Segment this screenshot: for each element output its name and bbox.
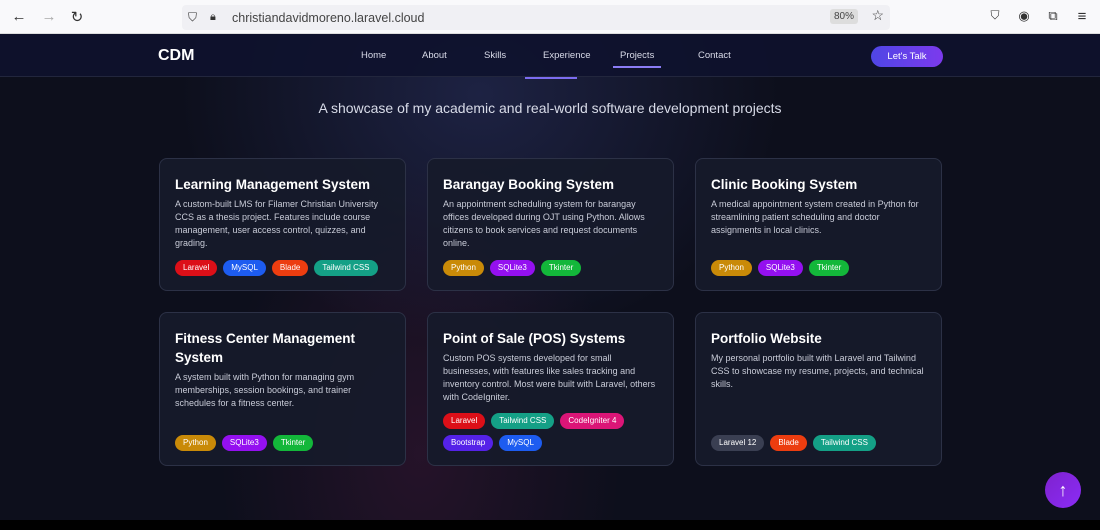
section-title-underline — [525, 77, 577, 79]
tech-tag: SQLite3 — [489, 260, 535, 276]
tech-tag: Tkinter — [808, 260, 850, 276]
tech-tag: CodeIgniter 4 — [560, 413, 625, 429]
arrow-up-icon: ↑ — [1058, 479, 1068, 500]
project-title: Portfolio Website — [711, 331, 822, 346]
shield-icon: ⛉ — [188, 10, 198, 24]
project-description: A system built with Python for managing … — [175, 372, 355, 408]
tech-tag: Python — [175, 435, 216, 451]
tech-tag: Tkinter — [540, 260, 582, 276]
tag-list: Python SQLite3 Tkinter — [175, 435, 390, 451]
forward-icon[interactable]: → — [40, 8, 58, 25]
project-description: My personal portfolio built with Laravel… — [711, 353, 924, 389]
tech-tag: Bootstrap — [443, 435, 494, 451]
back-icon[interactable]: ← — [10, 8, 28, 25]
project-card: Fitness Center Management System A system… — [159, 312, 406, 466]
nav-skills[interactable]: Skills — [484, 50, 506, 61]
lock-icon: 🔒︎ — [210, 11, 216, 23]
nav-projects[interactable]: Projects — [613, 50, 662, 68]
project-title: Learning Management System — [175, 177, 371, 192]
tech-tag: SQLite3 — [221, 435, 267, 451]
project-description: Custom POS systems developed for small b… — [443, 353, 656, 402]
project-description: A custom-built LMS for Filamer Christian… — [175, 199, 379, 248]
bookmark-star-icon[interactable]: ☆ — [871, 7, 884, 24]
project-card: Learning Management System A custom-built… — [159, 158, 406, 291]
nav-experience[interactable]: Experience — [543, 50, 591, 61]
pocket-icon[interactable]: ⛉ — [986, 8, 1004, 23]
tech-tag: Tailwind CSS — [812, 435, 876, 451]
url-text: christiandavidmoreno.laravel.cloud — [232, 10, 425, 25]
project-title: Fitness Center Management System — [175, 331, 356, 365]
tag-list: Laravel MySQL Blade Tailwind CSS — [175, 260, 390, 276]
logo[interactable]: CDM — [158, 47, 194, 65]
zoom-level[interactable]: 80% — [829, 9, 858, 24]
project-card: Barangay Booking System An appointment sc… — [427, 158, 674, 291]
section-subtitle: A showcase of my academic and real-world… — [318, 100, 782, 116]
nav-about[interactable]: About — [422, 50, 447, 61]
extensions-icon[interactable]: ⧉ — [1044, 8, 1062, 24]
footer-strip — [0, 520, 1100, 530]
nav-home[interactable]: Home — [361, 50, 386, 61]
project-title: Barangay Booking System — [443, 177, 615, 192]
tech-tag: Python — [443, 260, 484, 276]
tech-tag: Tailwind CSS — [314, 260, 378, 276]
menu-icon[interactable]: ≡ — [1073, 8, 1091, 25]
project-card: Clinic Booking System A medical appointme… — [695, 158, 942, 291]
project-card: Point of Sale (POS) Systems Custom POS sy… — [427, 312, 674, 466]
tech-tag: Laravel — [175, 260, 218, 276]
address-bar[interactable]: ⛉ 🔒︎ christiandavidmoreno.laravel.cloud … — [182, 5, 890, 30]
scroll-to-top-button[interactable]: ↑ — [1045, 472, 1081, 508]
project-card: Portfolio Website My personal portfolio b… — [695, 312, 942, 466]
tech-tag: SQLite3 — [757, 260, 803, 276]
tech-tag: Blade — [770, 435, 807, 451]
browser-toolbar: ← → ↻ ⛉ 🔒︎ christiandavidmoreno.laravel.… — [0, 0, 1100, 34]
navbar: CDM Home About Skills Experience Project… — [0, 34, 1100, 77]
project-description: A medical appointment system created in … — [711, 199, 919, 235]
tag-list: Laravel Tailwind CSS CodeIgniter 4 Bootstra… — [443, 413, 658, 451]
tech-tag: MySQL — [223, 260, 266, 276]
tag-list: Laravel 12 Blade Tailwind CSS — [711, 435, 926, 451]
tech-tag: Tailwind CSS — [491, 413, 555, 429]
reload-icon[interactable]: ↻ — [68, 8, 86, 26]
page: CDM Home About Skills Experience Project… — [0, 34, 1100, 530]
tech-tag: Tkinter — [272, 435, 314, 451]
account-icon[interactable]: ◉ — [1015, 8, 1033, 24]
tag-list: Python SQLite3 Tkinter — [443, 260, 658, 276]
tech-tag: MySQL — [499, 435, 542, 451]
tech-tag: Laravel 12 — [711, 435, 765, 451]
tag-list: Python SQLite3 Tkinter — [711, 260, 926, 276]
project-description: An appointment scheduling system for bar… — [443, 199, 645, 248]
tech-tag: Python — [711, 260, 752, 276]
nav-contact[interactable]: Contact — [698, 50, 731, 61]
lets-talk-button[interactable]: Let's Talk — [871, 46, 943, 67]
project-title: Point of Sale (POS) Systems — [443, 331, 626, 346]
tech-tag: Blade — [271, 260, 309, 276]
tech-tag: Laravel — [443, 413, 486, 429]
project-title: Clinic Booking System — [711, 177, 858, 192]
